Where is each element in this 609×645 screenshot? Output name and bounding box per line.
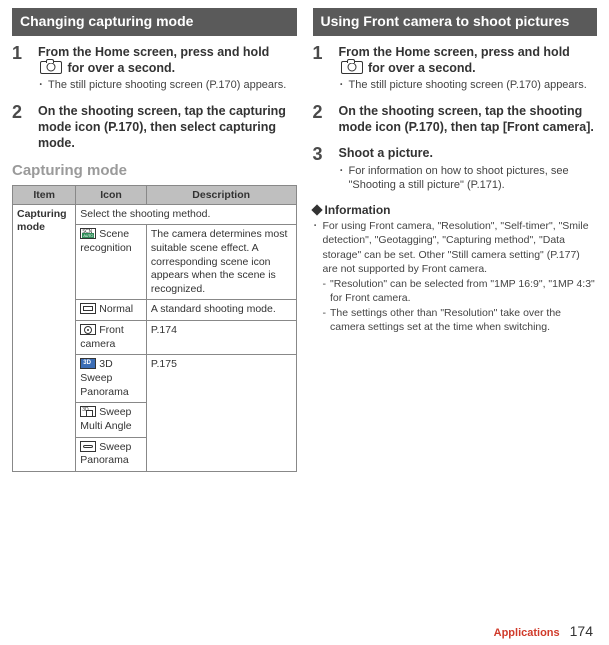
bullet-dot: ･ — [339, 78, 345, 93]
step1-text-before: From the Home screen, press and hold — [38, 45, 269, 59]
camera-key-icon — [40, 61, 62, 74]
3d-sweep-icon — [80, 358, 96, 369]
step-title: From the Home screen, press and hold for… — [38, 44, 297, 77]
footer-page-number: 174 — [570, 623, 593, 639]
table-row: Capturing mode Select the shooting metho… — [13, 204, 297, 225]
scene-recognition-icon — [80, 228, 96, 239]
dash: - — [323, 278, 327, 305]
bullet-dot: ･ — [313, 219, 319, 276]
info-sub2: The settings other than "Resolution" tak… — [330, 307, 597, 334]
desc-cell: The camera determines most suitable scen… — [146, 225, 296, 300]
th-item: Item — [13, 185, 76, 204]
step-title: On the shooting screen, tap the shooting… — [339, 103, 598, 136]
dash: - — [323, 307, 327, 334]
information-label: Information — [325, 203, 391, 217]
step3-bullet: For information on how to shoot pictures… — [349, 164, 598, 194]
desc-cell: P.175 — [146, 355, 296, 471]
capturing-mode-subheading: Capturing mode — [12, 162, 297, 179]
step1-text-before: From the Home screen, press and hold — [339, 45, 570, 59]
th-desc: Description — [146, 185, 296, 204]
step-number: 2 — [12, 103, 28, 152]
step-number: 1 — [313, 44, 329, 93]
bullet-dot: ･ — [38, 78, 44, 93]
right-heading: Using Front camera to shoot pictures — [313, 8, 598, 36]
sweep-panorama-icon — [80, 441, 96, 452]
step1-text-after: for over a second. — [67, 61, 175, 75]
th-icon: Icon — [76, 185, 147, 204]
footer-section: Applications — [494, 627, 560, 639]
row-label: Capturing mode — [13, 204, 76, 471]
left-heading: Changing capturing mode — [12, 8, 297, 36]
bullet-dot: ･ — [339, 164, 345, 194]
right-column: Using Front camera to shoot pictures 1 F… — [313, 8, 598, 472]
icon-label: Normal — [99, 303, 133, 315]
page-footer: Applications 174 — [494, 623, 593, 639]
info-main: For using Front camera, "Resolution", "S… — [323, 219, 598, 276]
step-title: Shoot a picture. — [339, 145, 598, 161]
left-step-1: 1 From the Home screen, press and hold f… — [12, 44, 297, 93]
information-heading: Information — [313, 203, 598, 217]
right-step-3: 3 Shoot a picture. ･ For information on … — [313, 145, 598, 193]
step1-bullet: The still picture shooting screen (P.170… — [48, 78, 286, 93]
step-number: 1 — [12, 44, 28, 93]
desc-cell: A standard shooting mode. — [146, 300, 296, 321]
normal-icon — [80, 303, 96, 314]
step-number: 2 — [313, 103, 329, 136]
right-step-1: 1 From the Home screen, press and hold f… — [313, 44, 598, 93]
left-step-2: 2 On the shooting screen, tap the captur… — [12, 103, 297, 152]
camera-key-icon — [341, 61, 363, 74]
sweep-multi-angle-icon — [80, 406, 96, 417]
desc-cell: P.174 — [146, 321, 296, 355]
left-column: Changing capturing mode 1 From the Home … — [12, 8, 297, 472]
step1-text-after: for over a second. — [368, 61, 476, 75]
step1-bullet: The still picture shooting screen (P.170… — [349, 78, 587, 93]
step-title: From the Home screen, press and hold for… — [339, 44, 598, 77]
diamond-icon — [311, 205, 322, 216]
info-sub1: "Resolution" can be selected from "1MP 1… — [330, 278, 597, 305]
front-camera-icon — [80, 324, 96, 335]
right-step-2: 2 On the shooting screen, tap the shooti… — [313, 103, 598, 136]
row-span-text: Select the shooting method. — [76, 204, 296, 225]
capturing-mode-table: Item Icon Description Capturing mode Sel… — [12, 185, 297, 472]
step-title: On the shooting screen, tap the capturin… — [38, 103, 297, 152]
step-number: 3 — [313, 145, 329, 193]
